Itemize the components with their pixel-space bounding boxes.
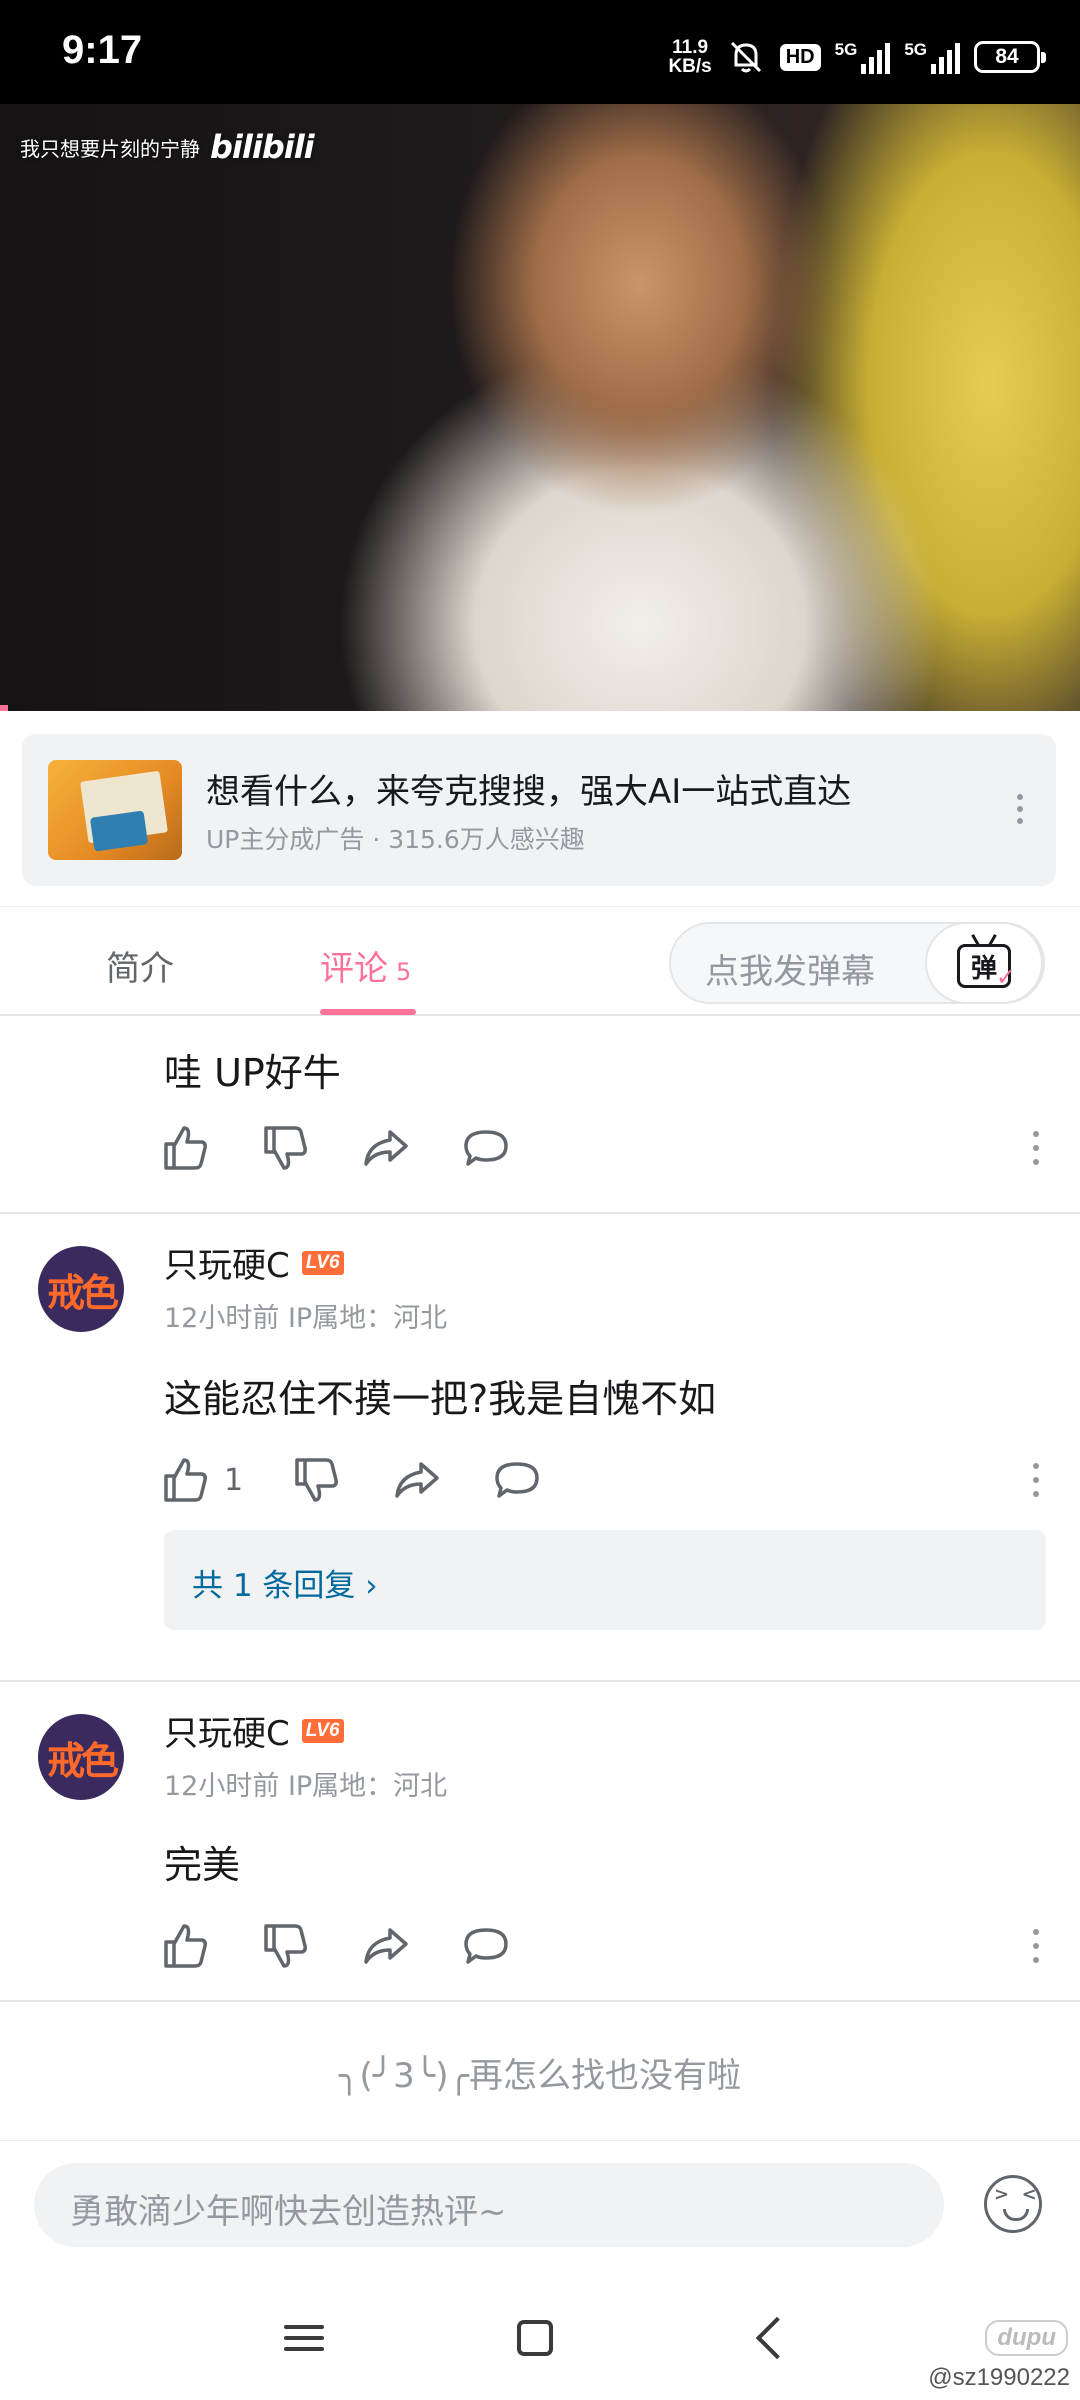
- system-nav-bar: dupu @sz1990222: [0, 2272, 1080, 2400]
- comment-bubble-icon: [464, 1928, 508, 1964]
- comment-username[interactable]: 只玩硬C LV6: [164, 1238, 344, 1287]
- comment-more-icon[interactable]: [1026, 1454, 1046, 1506]
- tab-intro[interactable]: 简介: [106, 941, 174, 990]
- comment-meta: 12小时前 IP属地：河北: [164, 1771, 448, 1802]
- like-button[interactable]: [160, 1920, 212, 1972]
- comment-more-icon[interactable]: [1026, 1920, 1046, 1972]
- comment-bubble-icon: [495, 1462, 539, 1498]
- network-speed: 11.9 KB/s: [668, 37, 712, 77]
- back-icon[interactable]: [740, 2308, 800, 2368]
- video-player[interactable]: 我只想要片刻的宁静 bilibili: [0, 104, 1080, 711]
- comment-username[interactable]: 只玩硬C LV6: [164, 1706, 344, 1755]
- reply-button[interactable]: [460, 1920, 512, 1972]
- comment-input[interactable]: 勇敢滴少年啊快去创造热评~: [34, 2163, 944, 2247]
- tab-comments[interactable]: 评论 5: [320, 941, 411, 990]
- share-button[interactable]: [360, 1920, 412, 1972]
- comment-divider: [0, 1212, 1080, 1214]
- view-replies-link[interactable]: 共 1 条回复 ›: [192, 1560, 378, 1605]
- signal-sim2-icon: 5G: [904, 40, 960, 74]
- ad-thumbnail: [48, 760, 182, 860]
- danmaku-toggle-button[interactable]: 弹 ✓: [925, 922, 1043, 1004]
- thumbs-down-icon: [295, 1458, 339, 1502]
- comment-more-icon[interactable]: [1026, 1122, 1046, 1174]
- end-of-comments-text: ╮(╯3╰)╭再怎么找也没有啦: [338, 2056, 742, 2096]
- emoji-icon[interactable]: [984, 2175, 1042, 2233]
- watermark-logo: dupu: [985, 2320, 1068, 2356]
- like-button[interactable]: [160, 1122, 212, 1174]
- tab-bar: 简介 评论 5 点我发弹幕 弹 ✓: [0, 906, 1080, 1016]
- thumbs-up-icon: [164, 1126, 207, 1170]
- ad-subtitle: UP主分成广告 · 315.6万人感兴趣: [206, 825, 585, 854]
- comment-actions: [160, 1920, 560, 1972]
- like-button[interactable]: 1: [160, 1454, 243, 1506]
- hd-voice-icon: HD: [779, 43, 821, 71]
- active-tab-indicator: [320, 1009, 416, 1015]
- replies-preview[interactable]: 共 1 条回复 ›: [164, 1530, 1046, 1630]
- video-progress-bar[interactable]: [0, 705, 8, 711]
- reply-button[interactable]: [491, 1454, 543, 1506]
- avatar[interactable]: 戒色: [38, 1246, 124, 1332]
- comment-input-bar: 勇敢滴少年啊快去创造热评~: [0, 2140, 1080, 2273]
- status-time: 9:17: [62, 28, 143, 72]
- status-bar: 9:17 11.9 KB/s HD 5G 5G 84: [0, 0, 1080, 104]
- ad-card[interactable]: 想看什么，来夸克搜搜，强大AI一站式直达 UP主分成广告 · 315.6万人感兴…: [22, 734, 1056, 886]
- share-icon: [395, 1462, 439, 1498]
- battery-icon: 84: [974, 41, 1046, 73]
- dislike-button[interactable]: [291, 1454, 343, 1506]
- silent-bell-icon: [730, 41, 761, 73]
- share-icon: [364, 1130, 408, 1166]
- comment-divider: [0, 1680, 1080, 1682]
- avatar[interactable]: 戒色: [38, 1714, 124, 1800]
- watermark-handle: @sz1990222: [928, 2364, 1070, 2391]
- share-button[interactable]: [391, 1454, 443, 1506]
- thumbs-up-icon: [164, 1924, 207, 1968]
- dislike-button[interactable]: [260, 1920, 312, 1972]
- home-icon[interactable]: [505, 2308, 565, 2368]
- signal-sim1-icon: 5G: [835, 40, 891, 74]
- ad-more-icon[interactable]: [1000, 784, 1040, 834]
- comment-actions: [160, 1122, 560, 1174]
- like-count: 1: [224, 1462, 244, 1498]
- share-icon: [364, 1928, 408, 1964]
- video-watermark: 我只想要片刻的宁静 bilibili: [20, 128, 315, 166]
- thumbs-down-icon: [264, 1924, 307, 1968]
- comment-text: 哇 UP好牛: [164, 1051, 341, 1095]
- comment-meta: 12小时前 IP属地：河北: [164, 1303, 448, 1334]
- level-badge: LV6: [301, 1250, 344, 1275]
- comments-count: 5: [396, 958, 412, 986]
- menu-icon[interactable]: [274, 2308, 334, 2368]
- thumbs-down-icon: [264, 1126, 307, 1170]
- comment-text: 这能忍住不摸一把?我是自愧不如: [164, 1377, 717, 1421]
- bilibili-logo: bilibili: [210, 128, 315, 166]
- share-button[interactable]: [360, 1122, 412, 1174]
- comment-actions: 1: [160, 1454, 591, 1506]
- danmaku-input[interactable]: 点我发弹幕 弹 ✓: [669, 922, 1045, 1004]
- ad-title: 想看什么，来夸克搜搜，强大AI一站式直达: [206, 772, 852, 812]
- danmaku-tv-icon: 弹 ✓: [957, 944, 1016, 991]
- thumbs-up-icon: [164, 1458, 207, 1502]
- comment-divider: [0, 2000, 1080, 2002]
- level-badge: LV6: [301, 1718, 344, 1743]
- reply-button[interactable]: [460, 1122, 512, 1174]
- comment-text: 完美: [164, 1843, 241, 1887]
- comment-bubble-icon: [464, 1130, 508, 1166]
- status-icons: 11.9 KB/s HD 5G 5G 84: [668, 30, 1046, 84]
- dislike-button[interactable]: [260, 1122, 312, 1174]
